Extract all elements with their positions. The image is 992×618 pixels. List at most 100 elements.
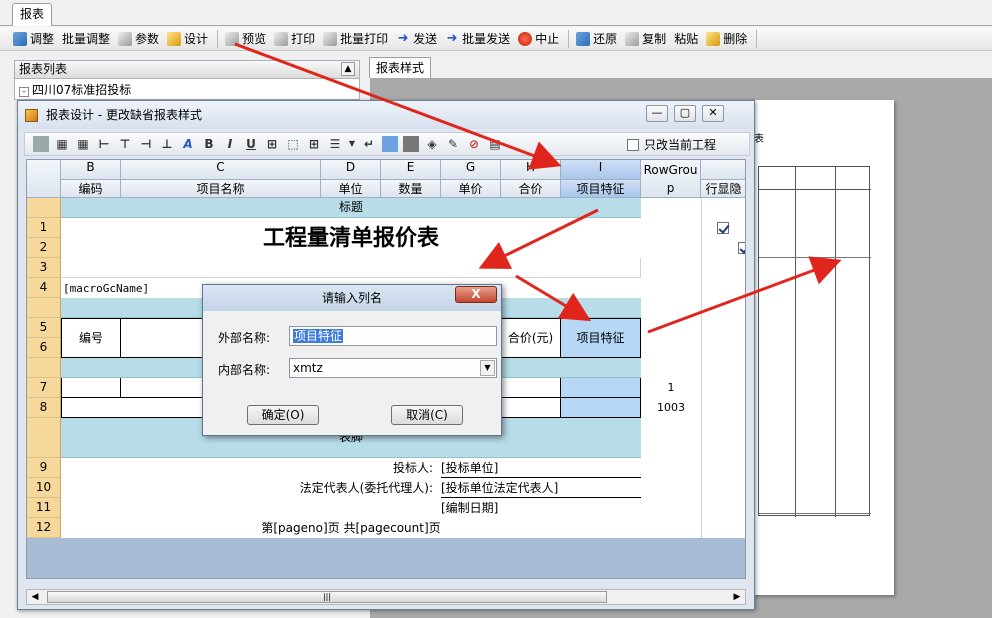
design-button[interactable]: 设计: [164, 28, 211, 50]
row-number[interactable]: 2: [27, 238, 61, 258]
preview-button[interactable]: 预览: [222, 28, 269, 50]
col-letter-i[interactable]: I: [561, 160, 641, 180]
data-cell[interactable]: [501, 378, 561, 398]
row-visible-checkbox[interactable]: [737, 242, 745, 254]
dropdown-arrow-icon[interactable]: ▼: [348, 136, 356, 152]
macro-project-name[interactable]: [macroGcName]: [63, 282, 149, 295]
print-button[interactable]: 打印: [271, 28, 318, 50]
grid-icon[interactable]: [382, 136, 398, 152]
footer-date-value[interactable]: [编制日期]: [441, 498, 641, 518]
dialog-titlebar[interactable]: 请输入列名 X: [203, 285, 501, 311]
align-left-icon[interactable]: ⊢: [96, 136, 112, 152]
row-header-band[interactable]: [27, 358, 61, 378]
italic-icon[interactable]: I: [222, 136, 238, 152]
col-name-quantity[interactable]: 数量: [381, 180, 441, 198]
row-number[interactable]: 3: [27, 258, 61, 278]
tab-report-style[interactable]: 报表样式: [369, 57, 431, 78]
data-cell-feature[interactable]: [561, 378, 641, 398]
col-name-unit-price[interactable]: 单价: [441, 180, 501, 198]
fill-color-icon[interactable]: ◈: [424, 136, 440, 152]
stop-button[interactable]: 中止: [515, 28, 562, 50]
dialog-close-button[interactable]: X: [455, 286, 497, 303]
close-button[interactable]: ✕: [702, 105, 724, 122]
save-icon[interactable]: [33, 136, 49, 152]
outer-name-input[interactable]: 项目特征: [289, 326, 497, 346]
header-cell-total[interactable]: 合价(元): [501, 318, 561, 358]
row-height-icon[interactable]: [403, 136, 419, 152]
col-letter-e[interactable]: E: [381, 160, 441, 180]
row-number[interactable]: 7: [27, 378, 61, 398]
copy-button[interactable]: 复制: [622, 28, 669, 50]
bold-icon[interactable]: B: [201, 136, 217, 152]
row-number[interactable]: 4: [27, 278, 61, 298]
row-number[interactable]: 9: [27, 458, 61, 478]
col-name-total[interactable]: 合价: [501, 180, 561, 198]
grid-cell[interactable]: [61, 258, 641, 278]
border-all-icon[interactable]: ⊞: [264, 136, 280, 152]
col-name-feature[interactable]: 项目特征: [561, 180, 641, 198]
restore-button[interactable]: 还原: [573, 28, 620, 50]
only-current-project-checkbox[interactable]: 只改当前工程: [627, 136, 716, 153]
footer-page-count[interactable]: 第[pageno]页 共[pagecount]页: [61, 518, 641, 538]
batch-adjust-button[interactable]: 批量调整: [59, 28, 113, 50]
col-name-code[interactable]: 编码: [61, 180, 121, 198]
paste-button[interactable]: 粘贴: [671, 28, 701, 50]
minimize-button[interactable]: —: [646, 105, 668, 122]
row-number[interactable]: 12: [27, 518, 61, 538]
data-cell-feature[interactable]: [561, 398, 641, 418]
paint-icon[interactable]: ✎: [445, 136, 461, 152]
col-letter-g[interactable]: G: [441, 160, 501, 180]
ok-button[interactable]: 确定(O): [247, 405, 319, 425]
row-header-band[interactable]: [27, 298, 61, 318]
footer-rep-value[interactable]: [投标单位法定代表人]: [441, 478, 641, 498]
delete-button[interactable]: 删除: [703, 28, 750, 50]
inner-name-select[interactable]: xmtz ▼: [289, 358, 497, 378]
font-icon[interactable]: A: [180, 136, 196, 152]
row-header-band[interactable]: [27, 198, 61, 218]
align-bottom-icon[interactable]: ⊥: [159, 136, 175, 152]
row-visible-checkbox[interactable]: [717, 222, 729, 234]
scroll-up-icon[interactable]: ▲: [341, 62, 355, 76]
row-number[interactable]: 11: [27, 498, 61, 518]
batch-print-button[interactable]: 批量打印: [320, 28, 391, 50]
insert-column-icon[interactable]: ▦: [54, 136, 70, 152]
row-number[interactable]: 1: [27, 218, 61, 238]
header-cell-feature[interactable]: 项目特征: [561, 318, 641, 358]
only-current-checkbox-box[interactable]: [627, 138, 639, 151]
grid-horizontal-scrollbar[interactable]: ◀ ||| ▶: [26, 589, 746, 605]
align-right-icon[interactable]: ⊣: [138, 136, 154, 152]
scroll-thumb[interactable]: |||: [47, 591, 607, 603]
wrap-text-icon[interactable]: ↵: [361, 136, 377, 152]
tab-report[interactable]: 报表: [12, 3, 52, 26]
border-style-icon[interactable]: ☰: [327, 136, 343, 152]
maximize-button[interactable]: ▢: [674, 105, 696, 122]
col-name-item-name[interactable]: 项目名称: [121, 180, 321, 198]
col-letter-d[interactable]: D: [321, 160, 381, 180]
merge-cells-icon[interactable]: ⊞: [306, 136, 322, 152]
underline-icon[interactable]: U: [243, 136, 259, 152]
footer-bidder-label[interactable]: 投标人:: [61, 458, 437, 478]
col-name-rowgroup[interactable]: RowGroup: [641, 160, 701, 198]
row-number[interactable]: 6: [27, 338, 61, 358]
row-header-band[interactable]: [27, 418, 61, 458]
band-title[interactable]: 标题: [61, 198, 641, 218]
params-button[interactable]: 参数: [115, 28, 162, 50]
footer-bidder-value[interactable]: [投标单位]: [441, 458, 641, 478]
col-name-unit[interactable]: 单位: [321, 180, 381, 198]
tree-collapse-icon[interactable]: -: [19, 87, 29, 97]
no-format-icon[interactable]: ⊘: [466, 136, 482, 152]
col-letter-b[interactable]: B: [61, 160, 121, 180]
data-cell[interactable]: [61, 378, 121, 398]
header-cell-code[interactable]: 编号: [61, 318, 121, 358]
adjust-button[interactable]: 调整: [10, 28, 57, 50]
scroll-left-icon[interactable]: ◀: [29, 591, 41, 603]
delete-column-icon[interactable]: ▦: [75, 136, 91, 152]
footer-rep-label[interactable]: 法定代表人(委托代理人):: [61, 478, 437, 498]
col-name-row-visible[interactable]: 行显隐: [701, 180, 745, 198]
col-letter-h[interactable]: H: [501, 160, 561, 180]
cancel-button[interactable]: 取消(C): [391, 405, 463, 425]
border-none-icon[interactable]: ⬚: [285, 136, 301, 152]
align-top-icon[interactable]: ⊤: [117, 136, 133, 152]
page-setup-icon[interactable]: ▤: [487, 136, 503, 152]
rowgroup-value[interactable]: 1: [641, 378, 701, 398]
